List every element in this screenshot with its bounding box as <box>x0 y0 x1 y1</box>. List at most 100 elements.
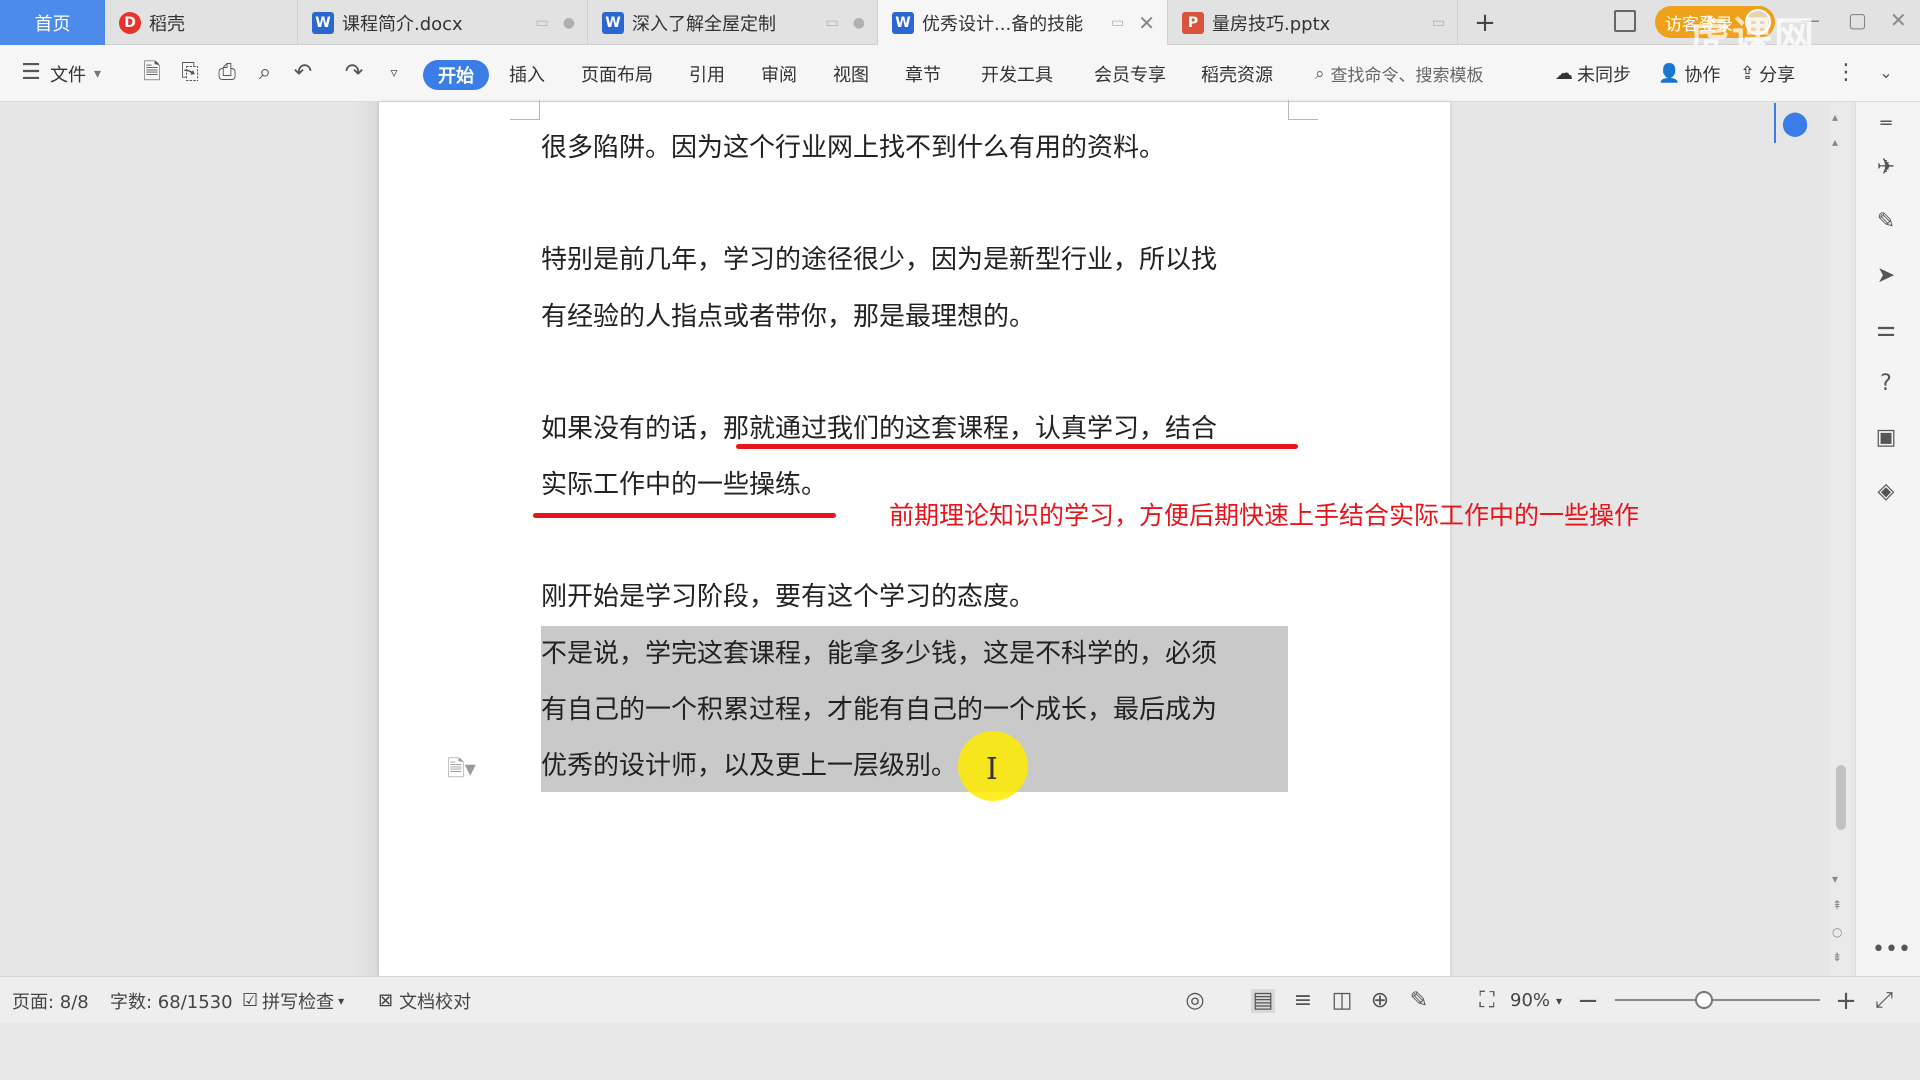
user-icon: 👤 <box>1658 63 1681 84</box>
rocket-icon[interactable]: ✈ <box>1872 154 1900 182</box>
reading-view-icon[interactable]: ◫ <box>1330 989 1354 1013</box>
scroll-up-icon[interactable]: ▴ <box>1832 110 1838 124</box>
select-browse-icon[interactable]: ○ <box>1832 925 1842 939</box>
tab-home[interactable]: 首页 <box>0 0 105 45</box>
paragraph-line[interactable]: 优秀的设计师，以及更上一层级别。 <box>541 738 957 794</box>
page-indicator[interactable]: 页面: 8/8 <box>12 977 89 1024</box>
desktop-icon[interactable]: ▭ <box>536 15 549 31</box>
tab-label: 稻壳 <box>149 13 185 35</box>
annotation-text: 前期理论知识的学习，方便后期快速上手结合实际工作中的一些操作 <box>889 501 1640 530</box>
outline-view-icon[interactable]: ≡ <box>1291 989 1315 1013</box>
tab-measure-room[interactable]: P 量房技巧.pptx ▭ <box>1168 0 1458 45</box>
desktop-icon[interactable]: ▭ <box>1432 15 1445 31</box>
paragraph-line[interactable]: 实际工作中的一些操练。 <box>541 457 827 513</box>
tab-section[interactable]: 章节 <box>905 45 941 102</box>
tab-whole-house[interactable]: W 深入了解全屋定制 ▭ ● <box>588 0 878 45</box>
zoom-value: 90% <box>1510 990 1551 1011</box>
tab-excellent-design[interactable]: W 优秀设计...备的技能 ▭ ✕ <box>878 0 1168 45</box>
compass-icon[interactable]: ◈ <box>1872 478 1900 506</box>
zoom-out-icon[interactable]: − <box>1576 988 1600 1014</box>
eye-protect-icon[interactable]: ◎ <box>1183 989 1207 1013</box>
tab-course-intro[interactable]: W 课程简介.docx ▭ ● <box>298 0 588 45</box>
tab-page-layout[interactable]: 页面布局 <box>581 45 653 102</box>
paragraph-line[interactable]: 刚开始是学习阶段，要有这个学习的态度。 <box>541 569 1035 625</box>
collab-button[interactable]: 👤 协作 <box>1658 45 1720 102</box>
tab-daoke[interactable]: D 稻壳 <box>105 0 298 45</box>
web-view-icon[interactable]: ⊕ <box>1368 989 1392 1013</box>
image-icon[interactable]: ▣ <box>1872 424 1900 452</box>
dot-icon: ● <box>852 14 865 31</box>
fit-page-icon[interactable]: ⛶ <box>1475 989 1499 1013</box>
paragraph-line[interactable]: 不是说，学完这套课程，能拿多少钱，这是不科学的，必须 <box>541 626 1217 682</box>
paragraph-line[interactable]: 有自己的一个积累过程，才能有自己的一个成长，最后成为 <box>541 682 1217 738</box>
tab-start[interactable]: 开始 <box>423 60 489 90</box>
print-icon[interactable]: ⎙ <box>216 62 238 84</box>
close-icon[interactable]: ✕ <box>1138 11 1155 35</box>
fullscreen-icon[interactable]: ⤢ <box>1872 989 1896 1013</box>
tab-member[interactable]: 会员专享 <box>1094 45 1166 102</box>
pen-icon[interactable]: ✎ <box>1872 208 1900 236</box>
preview-icon[interactable]: ⌕ <box>254 62 276 84</box>
paragraph-line[interactable]: 很多陷阱。因为这个行业网上找不到什么有用的资料。 <box>541 120 1165 176</box>
chevron-down-icon: ▾ <box>338 993 345 1008</box>
word-doc-icon: W <box>892 11 914 34</box>
zoom-slider-knob[interactable] <box>1695 991 1713 1009</box>
doc-proofread[interactable]: ⊠ 文档校对 <box>378 977 471 1024</box>
tab-insert[interactable]: 插入 <box>509 45 545 102</box>
help-icon[interactable]: ? <box>1872 370 1900 398</box>
desktop-icon[interactable]: ▭ <box>1111 15 1124 31</box>
tab-daoke-resources[interactable]: 稻壳资源 <box>1201 45 1273 102</box>
zoom-slider[interactable] <box>1615 999 1820 1001</box>
write-mode-icon[interactable]: ✎ <box>1407 989 1431 1013</box>
paragraph-line[interactable]: 特别是前几年，学习的途径很少，因为是新型行业，所以找 <box>541 232 1217 288</box>
spell-check[interactable]: ☑ 拼写检查 ▾ <box>242 977 344 1024</box>
vertical-scrollbar[interactable] <box>1830 102 1850 976</box>
scroll-up-icon[interactable]: ▴ <box>1832 135 1838 149</box>
tab-references[interactable]: 引用 <box>689 45 725 102</box>
bottom-strip <box>0 1023 1920 1080</box>
export-icon[interactable]: ⎘ <box>179 62 201 84</box>
menu-icon[interactable]: ☰ <box>20 62 42 84</box>
margin-marker <box>510 100 540 120</box>
tab-view[interactable]: 视图 <box>833 45 869 102</box>
file-menu[interactable]: 文件 ▾ <box>50 45 101 102</box>
more-icon[interactable]: ••• <box>1872 936 1911 964</box>
share-button[interactable]: ⇪ 分享 <box>1740 45 1795 102</box>
layout-icon[interactable] <box>1614 10 1636 32</box>
sync-label: 未同步 <box>1577 64 1631 86</box>
tab-developer[interactable]: 开发工具 <box>981 45 1053 102</box>
add-tab-button[interactable]: + <box>1465 0 1505 45</box>
undo-icon[interactable]: ↶ <box>292 62 314 84</box>
prev-page-icon[interactable]: ⇞ <box>1832 898 1842 912</box>
chevron-down-icon[interactable]: ⌄ <box>1875 62 1897 84</box>
zoom-level[interactable]: 90% ▾ <box>1510 977 1562 1024</box>
collapse-icon[interactable]: ═ <box>1872 110 1900 138</box>
scroll-thumb[interactable] <box>1836 765 1846 830</box>
file-label: 文件 <box>50 64 86 86</box>
page-view-icon[interactable]: ▤ <box>1251 989 1275 1013</box>
maximize-icon[interactable]: ▢ <box>1848 8 1867 32</box>
zoom-in-icon[interactable]: + <box>1834 988 1858 1014</box>
tab-label: 深入了解全屋定制 <box>632 13 776 35</box>
save-icon[interactable]: 🗎 <box>141 62 163 84</box>
next-page-icon[interactable]: ⇟ <box>1832 950 1842 964</box>
chevron-down-icon[interactable]: ▿ <box>383 62 405 84</box>
command-search[interactable]: ⌕ 查找命令、搜索模板 <box>1315 45 1484 102</box>
text-cursor-icon: I <box>986 752 998 787</box>
word-count[interactable]: 字数: 68/1530 <box>110 977 233 1024</box>
proofread-icon: ⊠ <box>378 990 394 1011</box>
pointer-icon[interactable]: ➤ <box>1872 262 1900 290</box>
tab-review[interactable]: 审阅 <box>761 45 797 102</box>
redo-icon[interactable]: ↷ <box>343 62 365 84</box>
paragraph-line[interactable]: 有经验的人指点或者带你，那是最理想的。 <box>541 289 1035 345</box>
scroll-down-icon[interactable]: ▾ <box>1832 872 1838 886</box>
page-shadow <box>355 102 379 976</box>
sliders-icon[interactable]: ⚌ <box>1872 316 1900 344</box>
red-underline <box>533 513 836 518</box>
window-close-icon[interactable]: ✕ <box>1890 8 1907 32</box>
desktop-icon[interactable]: ▭ <box>826 15 839 31</box>
more-vertical-icon[interactable]: ⋮ <box>1835 62 1857 84</box>
paragraph-options-icon[interactable]: 🗎▾ <box>447 752 476 790</box>
sync-status[interactable]: ☁ 未同步 <box>1555 45 1631 102</box>
location-pin-icon[interactable]: ⬤ <box>1774 103 1814 143</box>
